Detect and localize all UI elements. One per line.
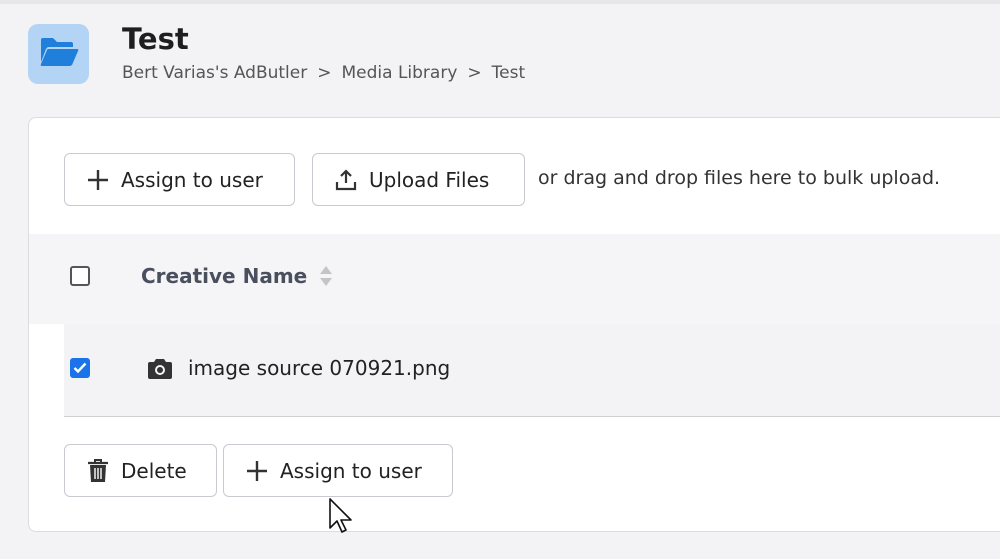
delete-label: Delete — [121, 458, 187, 483]
drop-hint: or drag and drop files here to bulk uplo… — [538, 167, 941, 189]
trash-icon — [85, 458, 111, 484]
row-checkbox[interactable] — [70, 358, 90, 378]
assign-to-user-label: Assign to user — [121, 167, 263, 192]
creative-name[interactable]: image source 070921.png — [188, 356, 450, 380]
assign-to-user-bulk-button[interactable]: Assign to user — [223, 444, 453, 497]
assign-to-user-button[interactable]: Assign to user — [64, 153, 295, 206]
table-row[interactable]: image source 070921.png — [64, 324, 1000, 417]
delete-button[interactable]: Delete — [64, 444, 217, 497]
folder-tile — [28, 24, 89, 84]
plus-icon — [85, 167, 111, 193]
top-strip — [0, 0, 1000, 4]
column-header-label: Creative Name — [141, 264, 308, 288]
media-card: Assign to user Upload Files or drag and … — [28, 117, 1000, 532]
upload-files-button[interactable]: Upload Files — [312, 153, 525, 206]
upload-files-label: Upload Files — [369, 167, 490, 192]
sort-icon[interactable] — [319, 265, 333, 287]
breadcrumb-item-account[interactable]: Bert Varias's AdButler — [122, 63, 307, 83]
upload-icon — [333, 167, 359, 193]
checkmark-icon — [73, 359, 87, 378]
assign-to-user-bulk-label: Assign to user — [280, 458, 422, 483]
column-header-creative-name[interactable]: Creative Name — [141, 264, 333, 288]
breadcrumb-separator: > — [467, 63, 482, 83]
mouse-cursor-icon — [328, 497, 354, 539]
folder-open-icon — [39, 36, 79, 72]
camera-icon — [146, 358, 174, 384]
plus-icon — [244, 458, 270, 484]
row-gutter — [29, 324, 64, 417]
breadcrumb-separator: > — [317, 63, 332, 83]
select-all-checkbox[interactable] — [70, 266, 90, 286]
page-title: Test — [122, 22, 189, 56]
breadcrumb: Bert Varias's AdButler > Media Library >… — [122, 63, 525, 83]
breadcrumb-item-media-library[interactable]: Media Library — [341, 63, 457, 83]
breadcrumb-item-current: Test — [491, 63, 526, 83]
